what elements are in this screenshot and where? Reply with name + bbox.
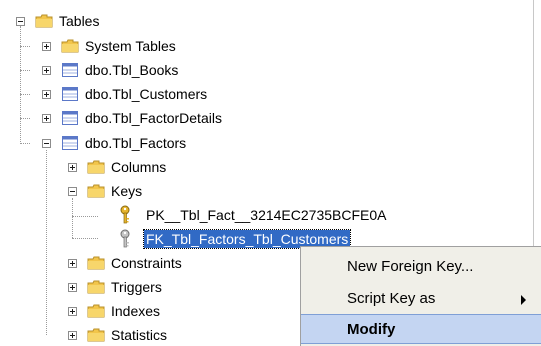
folder-icon — [35, 13, 53, 29]
collapse-toggle-tables[interactable] — [16, 17, 25, 26]
gray-key-icon — [118, 229, 134, 249]
folder-icon — [87, 279, 105, 295]
tree-hline — [20, 118, 30, 119]
expand-toggle-columns[interactable] — [68, 163, 77, 172]
folder-icon — [87, 327, 105, 343]
folder-icon — [87, 183, 105, 199]
tree-node-label: dbo.Tbl_Books — [85, 62, 179, 78]
tree-node-label: System Tables — [85, 38, 176, 54]
tree-hline — [20, 46, 30, 47]
menu-item-modify[interactable]: Modify — [301, 314, 541, 344]
tree-hline — [20, 70, 30, 71]
menu-item-label: Script Key as — [347, 290, 436, 307]
tree-node-label: dbo.Tbl_Customers — [85, 86, 208, 102]
tree-line-keys — [72, 198, 73, 238]
context-menu: New Foreign Key... Script Key as Modify — [300, 246, 541, 346]
expand-toggle-constraints[interactable] — [68, 259, 77, 268]
expand-toggle-tbl-factordetails[interactable] — [42, 114, 51, 123]
expand-toggle-indexes[interactable] — [68, 307, 77, 316]
table-icon — [61, 110, 79, 126]
table-icon — [61, 135, 79, 151]
submenu-arrow-icon — [521, 295, 526, 305]
tree-hline — [20, 143, 30, 144]
tree-node-label: Tables — [59, 13, 100, 29]
collapse-toggle-keys[interactable] — [68, 187, 77, 196]
table-icon — [61, 86, 79, 102]
panel-divider — [533, 0, 534, 258]
menu-item-script-key-as[interactable]: Script Key as — [301, 284, 541, 314]
menu-item-label: New Foreign Key... — [347, 258, 474, 275]
table-icon — [61, 62, 79, 78]
collapse-toggle-tbl-factors[interactable] — [42, 139, 51, 148]
folder-icon — [61, 38, 79, 54]
expand-toggle-triggers[interactable] — [68, 283, 77, 292]
expand-toggle-tbl-customers[interactable] — [42, 90, 51, 99]
tree-hline — [72, 238, 98, 239]
tree-node-label: Triggers — [111, 279, 162, 295]
folder-icon — [87, 255, 105, 271]
tree-node-label: Indexes — [111, 303, 161, 319]
folder-icon — [87, 303, 105, 319]
tree-hline — [72, 216, 98, 217]
gold-key-icon — [118, 205, 134, 225]
menu-item-label: Modify — [347, 321, 396, 338]
expand-toggle-system-tables[interactable] — [42, 42, 51, 51]
menu-item-new-foreign-key[interactable]: New Foreign Key... — [301, 252, 541, 282]
tree-node-label: Statistics — [111, 327, 168, 343]
tree-line-factors — [46, 150, 47, 335]
tree-node-label: Constraints — [111, 255, 182, 271]
tree-node-label: dbo.Tbl_FactorDetails — [85, 110, 222, 126]
tree-node-label: PK__Tbl_Fact__3214EC2735BCFE0A — [146, 207, 387, 223]
tree-line-root — [20, 26, 21, 144]
tree-node-label: Keys — [111, 183, 143, 199]
tree-node-label: dbo.Tbl_Factors — [85, 135, 187, 151]
expand-toggle-statistics[interactable] — [68, 331, 77, 340]
tree-hline — [20, 94, 30, 95]
tree-node-label: Columns — [111, 159, 167, 175]
folder-icon — [87, 159, 105, 175]
expand-toggle-tbl-books[interactable] — [42, 66, 51, 75]
